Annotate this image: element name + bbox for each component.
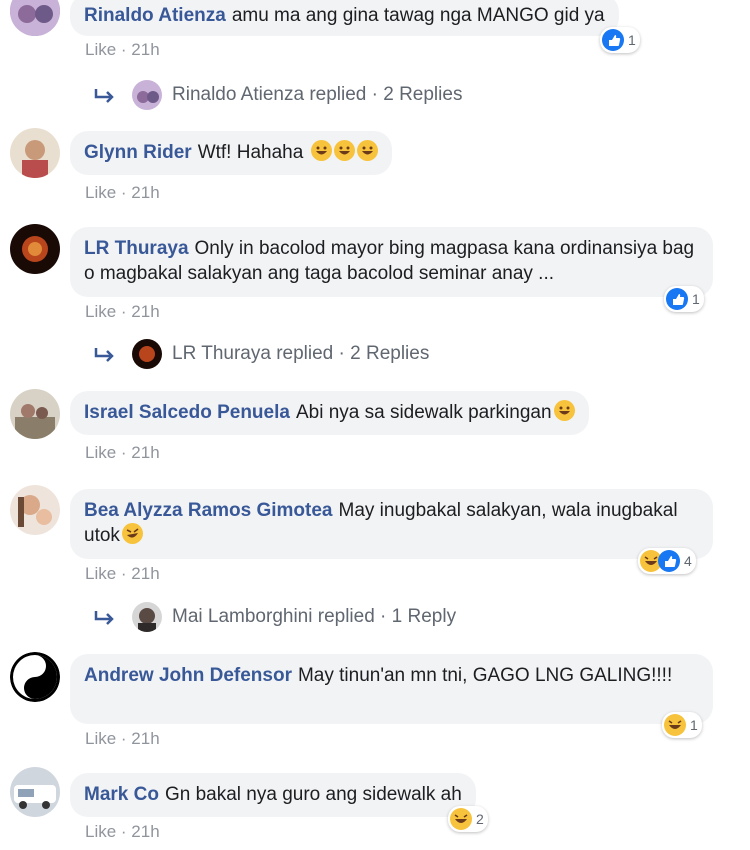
like-link[interactable]: Like · 21h bbox=[85, 183, 160, 202]
comment-author[interactable]: Mark Co bbox=[84, 784, 159, 805]
comment-meta: Like · 21h bbox=[85, 302, 160, 322]
comment-meta: Like · 21h bbox=[85, 822, 160, 842]
reaction-summary[interactable]: 1 bbox=[664, 286, 704, 312]
like-icon bbox=[658, 550, 680, 572]
replies-link[interactable]: Rinaldo Atienza replied · 2 Replies bbox=[92, 80, 462, 110]
comment-bubble: Mark Co Gn bakal nya guro ang sidewalk ah bbox=[70, 773, 476, 817]
comment-author[interactable]: Andrew John Defensor bbox=[84, 665, 292, 686]
like-icon bbox=[602, 29, 624, 51]
like-icon bbox=[666, 288, 688, 310]
reaction-count: 1 bbox=[628, 32, 636, 48]
avatar[interactable] bbox=[10, 224, 60, 274]
avatar bbox=[132, 602, 162, 632]
comment-text: May tinun'an mn tni, GAGO LNG GALING!!!! bbox=[297, 665, 673, 686]
like-link[interactable]: Like · 21h bbox=[85, 40, 160, 59]
reaction-count: 1 bbox=[692, 291, 700, 307]
comment-meta: Like · 21h bbox=[85, 40, 160, 60]
reaction-count: 2 bbox=[476, 811, 484, 827]
reaction-summary[interactable]: 1 bbox=[662, 712, 702, 738]
laugh-emoji-icon bbox=[553, 400, 575, 421]
laugh-emoji-icon bbox=[310, 140, 332, 161]
laugh-emoji-icon bbox=[356, 140, 378, 161]
comment-bubble: Rinaldo Atienza amu ma ang gina tawag nga… bbox=[70, 0, 619, 36]
replies-summary[interactable]: LR Thuraya replied · 2 Replies bbox=[172, 343, 429, 365]
comment-meta: Like · 21h bbox=[85, 443, 160, 463]
reaction-summary[interactable]: 4 bbox=[638, 548, 696, 574]
comment-text: Gn bakal nya guro ang sidewalk ah bbox=[164, 784, 462, 805]
like-link[interactable]: Like · 21h bbox=[85, 822, 160, 841]
comment-text: amu ma ang gina tawag nga MANGO gid ya bbox=[231, 5, 605, 26]
avatar[interactable] bbox=[10, 389, 60, 439]
avatar[interactable] bbox=[10, 0, 60, 36]
avatar[interactable] bbox=[10, 652, 60, 702]
comment-meta: Like · 21h bbox=[85, 183, 160, 203]
reply-arrow-icon bbox=[94, 611, 114, 625]
avatar bbox=[132, 339, 162, 369]
reply-arrow-icon bbox=[94, 348, 114, 362]
reaction-summary[interactable]: 2 bbox=[448, 806, 488, 832]
reaction-count: 4 bbox=[684, 553, 692, 569]
avatar[interactable] bbox=[10, 485, 60, 535]
avatar[interactable] bbox=[10, 767, 60, 817]
avatar[interactable] bbox=[10, 128, 60, 178]
laugh-emoji-icon bbox=[333, 140, 355, 161]
reaction-count: 1 bbox=[690, 717, 698, 733]
like-link[interactable]: Like · 21h bbox=[85, 443, 160, 462]
comment-bubble: Glynn Rider Wtf! Hahaha bbox=[70, 131, 392, 175]
comment-author[interactable]: Bea Alyzza Ramos Gimotea bbox=[84, 500, 333, 521]
comment-author[interactable]: Israel Salcedo Penuela bbox=[84, 402, 290, 423]
avatar bbox=[132, 80, 162, 110]
comment-author[interactable]: LR Thuraya bbox=[84, 238, 189, 259]
comment-bubble: Bea Alyzza Ramos Gimotea May inugbakal sa… bbox=[70, 489, 713, 559]
comment-bubble: Andrew John Defensor May tinun'an mn tni,… bbox=[70, 654, 713, 724]
comment-text: Abi nya sa sidewalk parkingan bbox=[295, 402, 552, 423]
like-link[interactable]: Like · 21h bbox=[85, 729, 160, 748]
comment-meta: Like · 21h bbox=[85, 729, 160, 749]
comment-author[interactable]: Rinaldo Atienza bbox=[84, 5, 226, 26]
haha-icon bbox=[450, 808, 472, 830]
replies-link[interactable]: Mai Lamborghini replied · 1 Reply bbox=[92, 602, 456, 632]
haha-icon bbox=[664, 714, 686, 736]
replies-summary[interactable]: Rinaldo Atienza replied · 2 Replies bbox=[172, 84, 462, 106]
replies-summary[interactable]: Mai Lamborghini replied · 1 Reply bbox=[172, 606, 456, 628]
like-link[interactable]: Like · 21h bbox=[85, 564, 160, 583]
rofl-emoji-icon bbox=[121, 523, 143, 544]
replies-link[interactable]: LR Thuraya replied · 2 Replies bbox=[92, 339, 429, 369]
reply-arrow-icon bbox=[94, 89, 114, 103]
comment-meta: Like · 21h bbox=[85, 564, 160, 584]
comment-bubble: Israel Salcedo Penuela Abi nya sa sidewal… bbox=[70, 391, 589, 435]
comment-text: Wtf! Hahaha bbox=[197, 142, 304, 163]
like-link[interactable]: Like · 21h bbox=[85, 302, 160, 321]
reaction-summary[interactable]: 1 bbox=[600, 27, 640, 53]
comment-bubble: LR Thuraya Only in bacolod mayor bing mag… bbox=[70, 227, 713, 297]
comment-author[interactable]: Glynn Rider bbox=[84, 142, 192, 163]
